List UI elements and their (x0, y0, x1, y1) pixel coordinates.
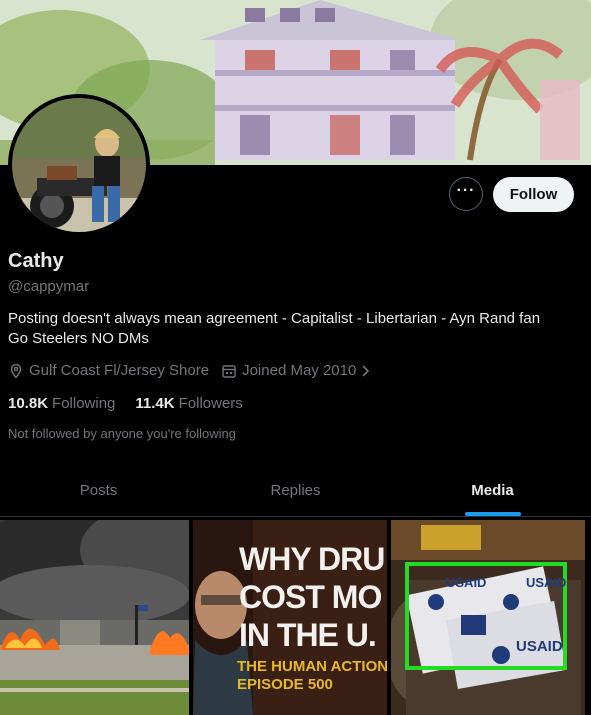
followers-label: Followers (178, 395, 243, 412)
profile-tabs: Posts Replies Media (0, 465, 591, 517)
burning-building-photo (0, 520, 189, 715)
following-count: 10.8K (8, 395, 49, 412)
follow-button[interactable]: Follow (493, 177, 574, 212)
more-dots-icon: ··· (456, 182, 476, 199)
tab-posts[interactable]: Posts (0, 465, 197, 516)
profile-name: Cathy (8, 250, 64, 272)
calendar-icon (222, 364, 236, 378)
profile-avatar[interactable] (8, 94, 150, 236)
profile-stats: 10.8K Following 11.4K Followers (8, 395, 243, 412)
joined-item[interactable]: Joined May 2010 (221, 362, 377, 379)
episode-title-text: WHY DRU COST MO IN THE U. (239, 541, 385, 653)
usaid-sign-2: USAID (526, 575, 567, 590)
episode-subtitle-text: THE HUMAN ACTION EPISODE 500 (237, 658, 387, 693)
media-item-episode-thumbnail[interactable]: WHY DRU COST MO IN THE U. THE HUMAN ACTI… (193, 520, 387, 715)
tab-media-label: Media (471, 482, 514, 499)
usaid-sign-3: USAID (516, 638, 563, 655)
joined-text: Joined May 2010 (242, 362, 357, 379)
bio-line-2: Go Steelers NO DMs (8, 330, 149, 347)
usaid-sign-1: USAID (446, 575, 487, 590)
not-followed-note: Not followed by anyone you're following (8, 426, 236, 441)
following-label: Following (52, 395, 116, 412)
location-text: Gulf Coast Fl/Jersey Shore (29, 362, 210, 379)
media-item-usaid-photo[interactable]: USAID USAID USAID (391, 520, 585, 715)
chevron-right-icon (362, 364, 370, 377)
location-pin-icon (10, 363, 22, 379)
usaid-boxes-photo (391, 520, 585, 715)
profile-handle: @cappymar (8, 278, 90, 295)
active-tab-indicator (464, 512, 521, 516)
tab-replies[interactable]: Replies (197, 465, 394, 516)
tab-posts-label: Posts (79, 482, 118, 499)
bio-line-1: Posting doesn't always mean agreement - … (8, 310, 541, 327)
profile-bio: Posting doesn't always mean agreement - … (8, 309, 583, 349)
followers-count: 11.4K (135, 395, 175, 412)
tab-replies-label: Replies (270, 482, 321, 499)
following-link[interactable]: 10.8K Following (8, 395, 115, 412)
tab-media[interactable]: Media (394, 465, 591, 516)
location-item: Gulf Coast Fl/Jersey Shore (8, 362, 209, 379)
followers-link[interactable]: 11.4K Followers (135, 395, 242, 412)
media-item-burning-building[interactable] (0, 520, 189, 715)
more-options-button[interactable]: ··· (449, 177, 483, 211)
profile-meta: Gulf Coast Fl/Jersey Shore Joined May 20… (8, 362, 377, 379)
avatar-motorcycle-photo (12, 98, 146, 232)
